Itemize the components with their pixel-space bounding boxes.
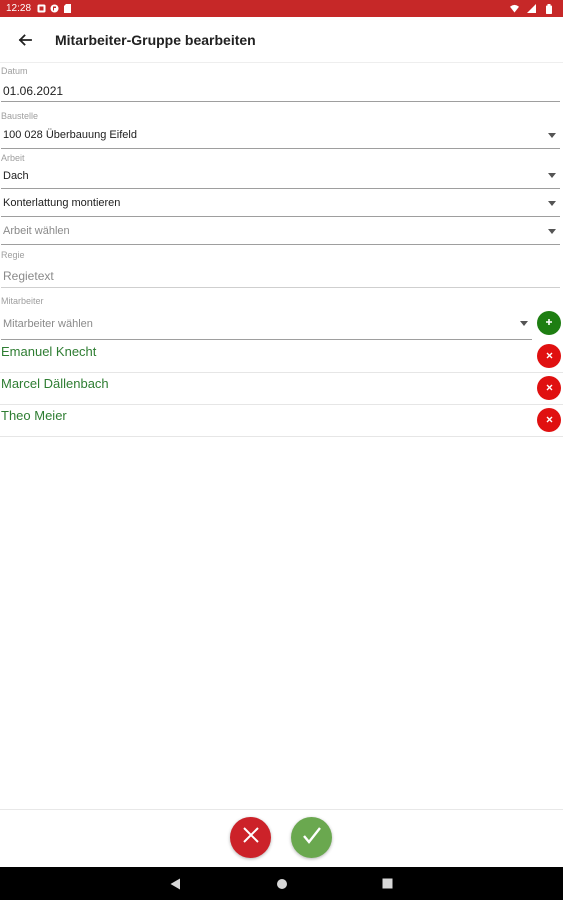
regie-placeholder: Regietext — [3, 268, 54, 283]
baustelle-label: Baustelle — [1, 111, 39, 121]
baustelle-select[interactable]: 100 028 Überbauung Eifeld — [1, 122, 560, 149]
arbeit-select-1[interactable]: Dach — [1, 163, 560, 189]
close-icon — [546, 414, 553, 426]
cancel-button[interactable] — [230, 817, 271, 858]
check-icon — [302, 826, 322, 849]
datum-field[interactable]: 01.06.2021 — [1, 80, 560, 102]
chevron-down-icon — [548, 173, 556, 178]
chevron-down-icon — [548, 200, 556, 206]
chevron-down-icon — [520, 321, 528, 326]
arbeit-label: Arbeit — [1, 153, 25, 163]
regie-input[interactable]: Regietext — [1, 264, 560, 288]
arbeit-select-2[interactable]: Konterlattung montieren — [1, 190, 560, 217]
remove-employee-button[interactable] — [537, 376, 561, 400]
sd-card-icon — [63, 4, 72, 13]
remove-employee-button[interactable] — [537, 408, 561, 432]
mitarbeiter-placeholder: Mitarbeiter wählen — [3, 317, 93, 330]
arbeit-1-value: Dach — [3, 169, 29, 182]
employee-row: Marcel Dällenbach — [0, 373, 563, 405]
close-icon — [242, 826, 260, 849]
bottom-divider — [0, 809, 563, 810]
remove-employee-button[interactable] — [537, 344, 561, 368]
system-nav-bar — [0, 867, 563, 900]
chevron-down-icon — [548, 228, 556, 234]
mitarbeiter-select[interactable]: Mitarbeiter wählen — [1, 308, 532, 340]
chevron-down-icon — [548, 132, 556, 138]
close-icon — [546, 382, 553, 394]
signal-icon — [527, 4, 536, 13]
back-triangle-icon[interactable] — [168, 876, 184, 892]
arbeit-2-value: Konterlattung montieren — [3, 197, 121, 209]
employee-name: Theo Meier — [1, 408, 67, 423]
home-circle-icon[interactable] — [274, 876, 290, 892]
employee-name: Marcel Dällenbach — [1, 376, 109, 391]
employee-row: Theo Meier — [0, 405, 563, 437]
recents-square-icon[interactable] — [380, 876, 396, 892]
employee-name: Emanuel Knecht — [1, 344, 97, 359]
arbeit-3-placeholder: Arbeit wählen — [3, 225, 70, 237]
status-bar: 12:28 — [0, 0, 563, 17]
plus-icon — [545, 317, 553, 329]
app-icon — [50, 4, 59, 13]
wifi-icon — [510, 4, 519, 13]
notification-icon — [37, 4, 46, 13]
arrow-left-icon[interactable] — [15, 30, 35, 50]
page-title: Mitarbeiter-Gruppe bearbeiten — [55, 31, 256, 48]
add-employee-button[interactable] — [537, 311, 561, 335]
employee-row: Emanuel Knecht — [0, 341, 563, 373]
regie-label: Regie — [1, 250, 25, 260]
arbeit-select-3[interactable]: Arbeit wählen — [1, 218, 560, 245]
datum-value: 01.06.2021 — [3, 83, 64, 98]
confirm-button[interactable] — [291, 817, 332, 858]
battery-icon — [544, 3, 553, 14]
status-time: 12:28 — [6, 3, 32, 14]
close-icon — [546, 350, 553, 362]
baustelle-value: 100 028 Überbauung Eifeld — [3, 129, 137, 141]
app-bar: Mitarbeiter-Gruppe bearbeiten — [0, 17, 563, 63]
datum-label: Datum — [1, 66, 28, 76]
mitarbeiter-label: Mitarbeiter — [1, 296, 44, 306]
